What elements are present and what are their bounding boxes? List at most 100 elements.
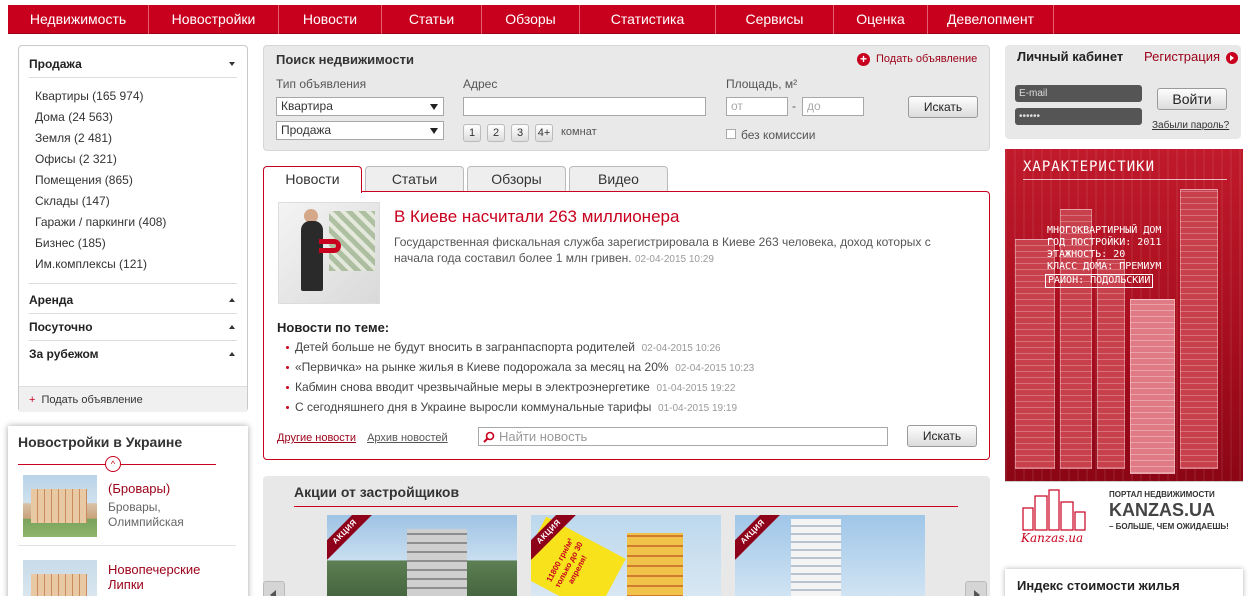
carousel-next-button[interactable] [965, 581, 987, 596]
login-button[interactable]: Войти [1157, 88, 1227, 110]
category-item-premises[interactable]: Помещения (865) [35, 173, 133, 187]
category-item-houses[interactable]: Дома (24 563) [35, 110, 113, 124]
promo-image[interactable]: АКЦИЯ [327, 515, 517, 596]
nav-item-obzory[interactable]: Обзоры [482, 5, 580, 34]
tab-news[interactable]: Новости [263, 166, 362, 193]
chevron-right-icon [974, 590, 980, 596]
rooms-4plus-button[interactable]: 4+ [535, 124, 553, 142]
nav-item-otsenka[interactable]: Оценка [834, 5, 928, 34]
nav-item-servisy[interactable]: Сервисы [716, 5, 834, 34]
rooms-3-button[interactable]: 3 [511, 124, 529, 142]
address-input[interactable] [463, 97, 706, 116]
password-input[interactable]: •••••• [1015, 108, 1142, 125]
category-rent-label: Аренда [29, 293, 74, 307]
scroll-up-icon[interactable]: ^ [105, 456, 121, 472]
nav-item-nedvizhimost[interactable]: Недвижимость [8, 5, 149, 34]
area-from-input[interactable]: от [726, 97, 788, 116]
category-item-garages[interactable]: Гаражи / паркинги (408) [35, 215, 166, 229]
promo-ribbon: АКЦИЯ [327, 515, 373, 560]
chevron-down-icon [229, 62, 235, 66]
related-news-text: Кабмин снова вводит чрезвычайные меры в … [295, 380, 650, 394]
building-thumbnail[interactable] [23, 475, 97, 537]
category-item-business[interactable]: Бизнес (185) [35, 236, 106, 250]
category-rent[interactable]: Аренда [29, 293, 237, 307]
category-sale[interactable]: Продажа [29, 57, 237, 71]
forgot-password-link[interactable]: Забыли пароль? [1152, 120, 1229, 131]
building-graphic [627, 533, 683, 596]
dropdown-arrow-icon [430, 104, 438, 110]
deal-select-value: Продажа [281, 123, 332, 137]
news-summary: Государственная фискальная служба зареги… [394, 234, 954, 268]
nav-item-stati[interactable]: Статьи [382, 5, 482, 34]
rooms-2-button[interactable]: 2 [487, 124, 505, 142]
news-date: 02-04-2015 10:29 [634, 254, 714, 265]
add-icon[interactable]: + [857, 53, 870, 66]
related-news-date: 01-04-2015 19:19 [658, 403, 738, 414]
banner-spec: ЭТАЖНОСТЬ: 20 [1047, 249, 1126, 260]
banner-brand: KANZAS.UA [1109, 500, 1215, 520]
type-select[interactable]: Квартира [276, 97, 444, 116]
novostroyka-link[interactable]: Новопечерские Липки [108, 562, 208, 592]
tab-articles[interactable]: Статьи [365, 166, 464, 192]
category-abroad[interactable]: За рубежом [29, 347, 237, 361]
rooms-1-button[interactable]: 1 [463, 124, 481, 142]
category-item-warehouses[interactable]: Склады (147) [35, 194, 110, 208]
nav-item-novosti[interactable]: Новости [279, 5, 382, 34]
tab-video[interactable]: Видео [569, 166, 668, 192]
novostroyka-link[interactable]: (Бровары) [108, 481, 170, 496]
carousel-prev-button[interactable] [263, 581, 285, 596]
nav-item-development[interactable]: Девелопмент [928, 5, 1054, 34]
related-news-date: 01-04-2015 19:22 [656, 383, 736, 394]
search-button[interactable]: Искать [908, 96, 978, 118]
related-news-text: Детей больше не будут вносить в загранпа… [295, 340, 635, 354]
news-headline[interactable]: В Киеве насчитали 263 миллионера [394, 207, 679, 227]
category-item-land[interactable]: Земля (2 481) [35, 131, 112, 145]
related-news-item[interactable]: «Первичка» на рынке жилья в Киеве подоро… [285, 360, 754, 374]
chevron-up-icon [229, 325, 235, 329]
tab-reviews[interactable]: Обзоры [467, 166, 566, 192]
related-news-item[interactable]: Детей больше не будут вносить в загранпа… [286, 340, 721, 354]
category-daily-label: Посуточно [29, 320, 93, 334]
category-daily[interactable]: Посуточно [29, 320, 237, 334]
magnet-graphic [319, 239, 341, 253]
deal-select[interactable]: Продажа [276, 121, 444, 140]
area-to-input[interactable]: до [802, 97, 864, 116]
ad-banner[interactable]: ХАРАКТЕРИСТИКИ МНОГОКВАРТИРНЫЙ ДОМ ГОД П… [1005, 149, 1243, 549]
related-news-item[interactable]: Кабмин снова вводит чрезвычайные меры в … [285, 380, 736, 394]
novostroyki-widget: Новостройки в Украине ^ (Бровары) Бровар… [8, 426, 248, 596]
building-thumbnail[interactable] [23, 560, 97, 596]
promo-image[interactable]: АКЦИЯ [735, 515, 925, 596]
top-nav: Недвижимость Новостройки Новости Статьи … [8, 5, 1240, 34]
rooms-label: комнат [561, 126, 597, 138]
banner-spec: МНОГОКВАРТИРНЫЙ ДОМ [1047, 225, 1162, 236]
novostroyka-location: Бровары, Олимпийская [108, 500, 184, 529]
category-sidebar: Продажа Квартиры (165 974) Дома (24 563)… [18, 45, 248, 412]
nav-item-statistika[interactable]: Статистика [580, 5, 716, 34]
post-ad-link[interactable]: Подать объявление [876, 53, 977, 65]
news-footer-links: Другие новости Архив новостей [277, 432, 456, 444]
post-ad-link-left[interactable]: + Подать объявление [19, 386, 247, 412]
category-item-offices[interactable]: Офисы (2 321) [35, 152, 117, 166]
category-item-flats[interactable]: Квартиры (165 974) [35, 89, 144, 103]
plus-icon: + [29, 394, 36, 406]
no-commission-label: без комиссии [741, 128, 816, 142]
divider [18, 545, 236, 546]
building-graphic [791, 519, 841, 596]
banner-portal-text: ПОРТАЛ НЕДВИЖИМОСТИ [1109, 490, 1215, 499]
other-news-link[interactable]: Другие новости [277, 432, 356, 444]
divider [29, 313, 237, 314]
category-item-complexes[interactable]: Им.комплексы (121) [35, 257, 147, 271]
nav-item-novostroyki[interactable]: Новостройки [149, 5, 279, 34]
email-input[interactable]: E-mail [1015, 85, 1142, 102]
no-commission-checkbox[interactable] [726, 129, 736, 139]
news-search-input[interactable]: Найти новость [478, 427, 888, 446]
chevron-up-icon [229, 298, 235, 302]
promo-image[interactable]: 11800 грн/м² только до 30 апреля! АКЦИЯ [531, 515, 721, 596]
banner-spec: ГОД ПОСТРОЙКИ: 2011 [1047, 237, 1162, 248]
arrow-right-icon[interactable] [1226, 52, 1238, 64]
related-news-item[interactable]: С сегодняшнего дня в Украине выросли ком… [285, 400, 738, 414]
register-link[interactable]: Регистрация [1144, 49, 1220, 64]
news-search-button[interactable]: Искать [907, 425, 977, 447]
news-archive-link[interactable]: Архив новостей [367, 432, 448, 444]
news-photo[interactable] [278, 202, 380, 304]
